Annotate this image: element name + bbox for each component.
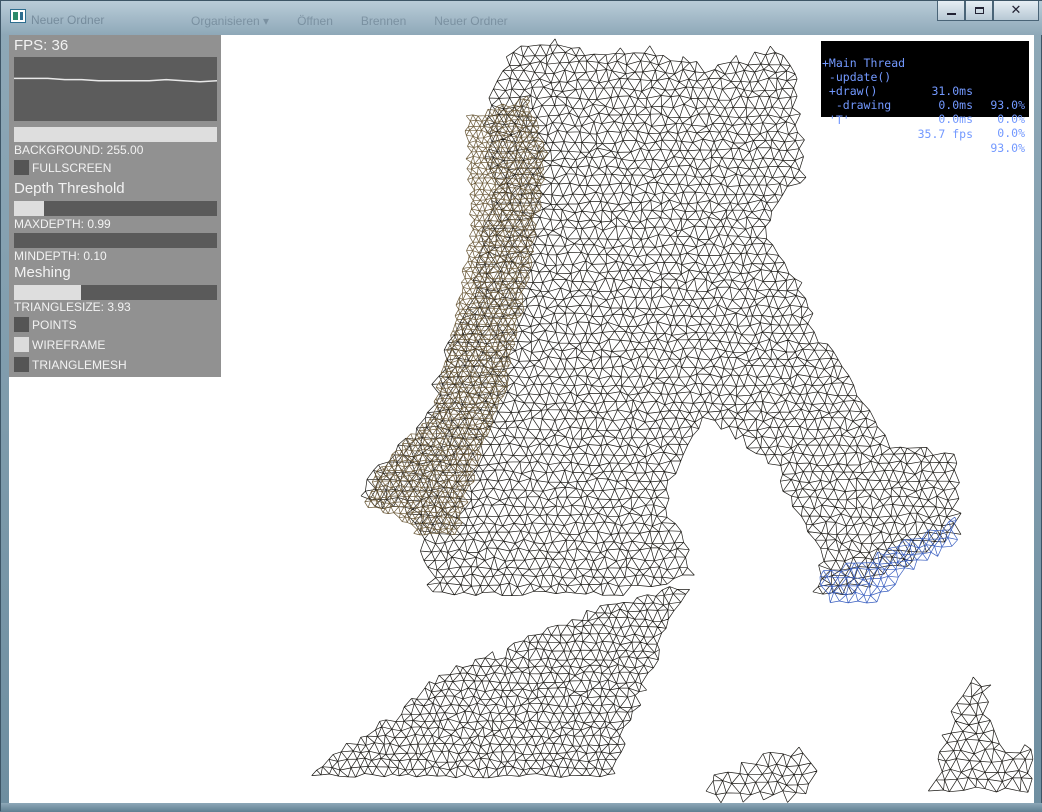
profiler-name: 'T' bbox=[822, 113, 850, 127]
meshing-header: Meshing bbox=[14, 264, 71, 281]
app-window: Neuer Ordner Organisieren ▾ Öffnen Brenn… bbox=[0, 0, 1042, 812]
profiler-percent: 0.0% bbox=[997, 112, 1025, 126]
depth-threshold-header: Depth Threshold bbox=[14, 180, 125, 197]
settings-panel: FPS: 36 BACKGROUND: 255.00 FULLSCREEN De… bbox=[9, 35, 221, 377]
maxdepth-slider[interactable] bbox=[14, 201, 217, 216]
mesh-shoulder bbox=[311, 586, 690, 779]
wireframe-label: WIREFRAME bbox=[32, 338, 106, 352]
profiler-time: 35.7 fps bbox=[917, 127, 973, 141]
points-label: POINTS bbox=[32, 318, 77, 332]
slider-fill bbox=[14, 201, 45, 216]
mesh-fragment bbox=[928, 676, 1034, 793]
fps-graph bbox=[14, 57, 218, 121]
profiler-row: -drawing 0.0ms 0.0% bbox=[821, 84, 1025, 140]
maximize-icon bbox=[974, 7, 984, 14]
fps-graph-line bbox=[14, 77, 218, 83]
minimize-icon bbox=[946, 12, 956, 15]
maxdepth-label: MAXDEPTH: 0.99 bbox=[14, 217, 111, 231]
ghost-toolbar-item: Brennen bbox=[360, 14, 407, 28]
trianglesize-label: TRIANGLESIZE: 3.93 bbox=[14, 300, 131, 314]
app-icon bbox=[10, 9, 26, 23]
slider-fill bbox=[14, 285, 81, 300]
mesh-face-edge bbox=[364, 95, 549, 536]
mesh-fragment bbox=[705, 746, 818, 803]
profiler-percent: 0.0% bbox=[997, 126, 1025, 140]
close-button[interactable]: ✕ bbox=[993, 1, 1039, 21]
maximize-button[interactable] bbox=[965, 1, 993, 21]
ghost-toolbar-item: Neuer Ordner bbox=[434, 14, 508, 28]
3d-viewport[interactable]: FPS: 36 BACKGROUND: 255.00 FULLSCREEN De… bbox=[9, 35, 1034, 803]
profiler-row: 'T' 35.7 fps 93.0% bbox=[821, 99, 1025, 155]
ghost-window-title: Neuer Ordner bbox=[31, 13, 105, 27]
close-icon: ✕ bbox=[1010, 3, 1022, 18]
mindepth-slider[interactable] bbox=[14, 233, 217, 248]
points-toggle[interactable] bbox=[14, 317, 29, 332]
fullscreen-label: FULLSCREEN bbox=[32, 161, 112, 175]
profiler-row: +Main Thread bbox=[821, 42, 1025, 70]
wireframe-toggle[interactable] bbox=[14, 337, 29, 352]
slider-fill bbox=[14, 127, 217, 142]
ghost-toolbar-item: Öffnen bbox=[297, 14, 333, 28]
profiler-row: -update() 31.0ms 93.0% bbox=[821, 56, 1025, 112]
fullscreen-toggle[interactable] bbox=[14, 160, 29, 175]
background-slider[interactable] bbox=[14, 127, 217, 142]
profiler-row: +draw() 0.0ms 0.0% bbox=[821, 70, 1025, 126]
title-bar[interactable]: Neuer Ordner Organisieren ▾ Öffnen Brenn… bbox=[1, 1, 1042, 35]
trianglesize-slider[interactable] bbox=[14, 285, 217, 300]
mindepth-label: MINDEPTH: 0.10 bbox=[14, 249, 107, 263]
fps-history-line bbox=[14, 77, 218, 83]
profiler-time: 0.0ms bbox=[938, 112, 973, 126]
background-label: BACKGROUND: 255.00 bbox=[14, 143, 144, 157]
ghost-explorer-toolbar: Organisieren ▾ Öffnen Brennen Neuer Ordn… bbox=[191, 9, 508, 33]
minimize-button[interactable] bbox=[937, 1, 965, 21]
fps-label: FPS: 36 bbox=[14, 37, 69, 54]
trianglemesh-label: TRIANGLEMESH bbox=[32, 358, 127, 372]
ghost-toolbar-item: Organisieren ▾ bbox=[191, 14, 270, 28]
profiler-overlay: +Main Thread -update() 31.0ms 93.0% +dra… bbox=[821, 41, 1029, 155]
profiler-percent: 93.0% bbox=[990, 141, 1025, 155]
trianglemesh-toggle[interactable] bbox=[14, 357, 29, 372]
